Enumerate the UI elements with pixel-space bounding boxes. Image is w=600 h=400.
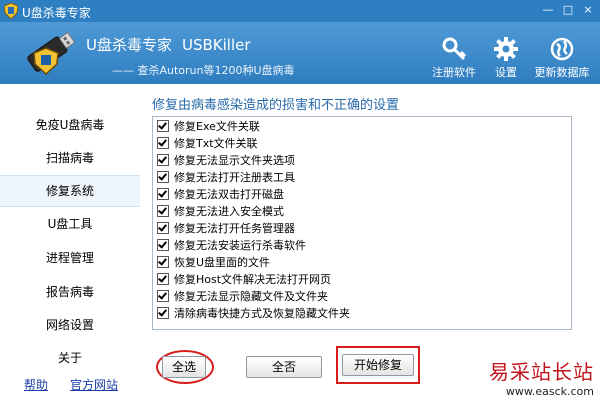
checkbox[interactable] (157, 171, 169, 183)
repair-option-label: 修复Exe文件关联 (174, 120, 260, 133)
repair-option[interactable]: 修复无法显示隐藏文件及文件夹 (157, 289, 328, 305)
usb-drive-logo-icon (27, 31, 76, 76)
help-link[interactable]: 帮助 (24, 376, 48, 393)
checkbox[interactable] (157, 273, 169, 285)
repair-option-label: 修复无法显示隐藏文件及文件夹 (174, 290, 328, 303)
checkbox[interactable] (157, 205, 169, 217)
app-header: U盘杀毒专家 USBKiller —— 查杀Autorun等1200种U盘病毒 注… (0, 22, 600, 84)
repair-option[interactable]: 恢复U盘里面的文件 (157, 255, 270, 271)
select-all-button[interactable]: 全选 (162, 356, 206, 378)
checkbox[interactable] (157, 120, 169, 132)
app-subtitle: —— 查杀Autorun等1200种U盘病毒 (112, 64, 295, 77)
sidebar-item-process-manager[interactable]: 进程管理 (0, 243, 140, 273)
repair-option-label: 修复Txt文件关联 (174, 137, 258, 150)
watermark-text: 易采站长站 (489, 360, 594, 384)
start-repair-button[interactable]: 开始修复 (342, 354, 414, 376)
checkbox[interactable] (157, 154, 169, 166)
repair-option-label: 修复Host文件解决无法打开网页 (174, 273, 332, 286)
repair-option[interactable]: 修复无法进入安全模式 (157, 204, 284, 220)
globe-icon (550, 37, 574, 61)
sidebar: 免疫U盘病毒 扫描病毒 修复系统 U盘工具 进程管理 报告病毒 网络设置 关于 … (0, 84, 141, 400)
repair-option[interactable]: 修复无法显示文件夹选项 (157, 153, 295, 169)
app-window: U盘杀毒专家 — □ × U盘杀毒专家 USBKiller —— 查杀Autoru… (0, 0, 600, 400)
checkbox[interactable] (157, 137, 169, 149)
sidebar-item-about[interactable]: 关于 (0, 343, 140, 373)
sidebar-item-scan[interactable]: 扫描病毒 (0, 143, 140, 173)
sidebar-item-repair-system[interactable]: 修复系统 (0, 175, 140, 207)
checkbox[interactable] (157, 307, 169, 319)
sidebar-item-network-settings[interactable]: 网络设置 (0, 310, 140, 340)
repair-option[interactable]: 修复无法打开注册表工具 (157, 170, 295, 186)
repair-option-label: 修复无法进入安全模式 (174, 205, 284, 218)
minimize-button[interactable]: — (540, 3, 556, 17)
sidebar-item-usb-tools[interactable]: U盘工具 (0, 209, 140, 239)
checkbox[interactable] (157, 239, 169, 251)
repair-option[interactable]: 修复Exe文件关联 (157, 119, 260, 135)
register-label: 注册软件 (432, 66, 476, 79)
maximize-button[interactable]: □ (560, 3, 576, 17)
repair-option[interactable]: 清除病毒快捷方式及恢复隐藏文件夹 (157, 306, 350, 322)
app-name-cn: U盘杀毒专家 (86, 36, 172, 54)
key-icon (442, 37, 467, 61)
window-title: U盘杀毒专家 (22, 6, 91, 20)
checkbox[interactable] (157, 222, 169, 234)
repair-option[interactable]: 修复无法安装运行杀毒软件 (157, 238, 306, 254)
app-name: U盘杀毒专家 USBKiller (86, 34, 251, 55)
select-none-button[interactable]: 全否 (246, 356, 322, 378)
settings-button[interactable]: 设置 (476, 36, 536, 80)
window-controls: — □ × (540, 3, 596, 17)
checkbox[interactable] (157, 256, 169, 268)
page-title: 修复由病毒感染造成的损害和不正确的设置 (152, 98, 400, 113)
repair-option-label: 修复无法显示文件夹选项 (174, 154, 295, 167)
repair-option-label: 修复无法双击打开磁盘 (174, 188, 284, 201)
official-site-link[interactable]: 官方网站 (70, 376, 118, 393)
sidebar-item-report-virus[interactable]: 报告病毒 (0, 277, 140, 307)
app-name-en: USBKiller (181, 36, 251, 54)
repair-option-label: 修复无法打开注册表工具 (174, 171, 295, 184)
repair-option[interactable]: 修复Host文件解决无法打开网页 (157, 272, 331, 288)
repair-options-list[interactable]: 修复Exe文件关联 修复Txt文件关联 修复无法显示文件夹选项 修复无法打开注册… (152, 116, 572, 330)
watermark: 易采站长站 www.easck.com (489, 356, 594, 398)
checkbox[interactable] (157, 290, 169, 302)
gear-icon (494, 37, 518, 61)
title-bar[interactable]: U盘杀毒专家 — □ × (0, 0, 600, 22)
sidebar-item-immunize[interactable]: 免疫U盘病毒 (0, 110, 140, 140)
repair-panel: 修复由病毒感染造成的损害和不正确的设置 修复Exe文件关联 修复Txt文件关联 … (140, 84, 600, 400)
repair-option-label: 修复无法安装运行杀毒软件 (174, 239, 306, 252)
update-database-button[interactable]: 更新数据库 (532, 36, 592, 80)
repair-option[interactable]: 修复Txt文件关联 (157, 136, 258, 152)
checkbox[interactable] (157, 188, 169, 200)
watermark-url: www.easck.com (505, 385, 594, 398)
repair-option[interactable]: 修复无法打开任务管理器 (157, 221, 295, 237)
update-database-label: 更新数据库 (534, 66, 590, 79)
shield-icon (4, 3, 18, 19)
close-button[interactable]: × (580, 3, 596, 17)
settings-label: 设置 (495, 66, 517, 79)
repair-option[interactable]: 修复无法双击打开磁盘 (157, 187, 284, 203)
repair-option-label: 修复无法打开任务管理器 (174, 222, 295, 235)
register-button[interactable]: 注册软件 (424, 36, 484, 80)
repair-option-label: 清除病毒快捷方式及恢复隐藏文件夹 (174, 307, 350, 320)
repair-option-label: 恢复U盘里面的文件 (174, 256, 271, 269)
